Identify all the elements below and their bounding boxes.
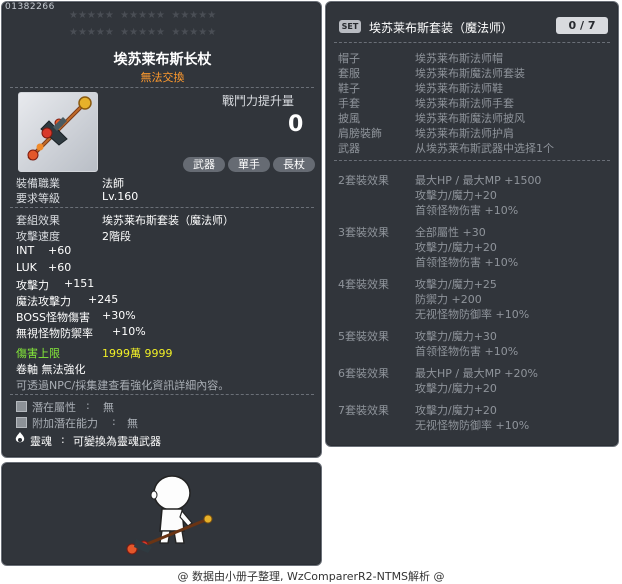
set-effect-line: 攻擊力/魔力+20 (415, 189, 497, 202)
item-name: 埃苏莱布斯长杖 (113, 52, 212, 68)
combat-power-label: 戰鬥力提升量 (222, 94, 295, 108)
set-effect-tier-6-label: 6套裝效果 (338, 367, 389, 380)
set-effect-line: 首领怪物伤害 +10% (415, 204, 519, 217)
set-effect-tier-4-label: 4套裝效果 (338, 278, 389, 291)
set-part-slot: 武器 (338, 142, 360, 155)
stat-ignore-defense-value: +10% (112, 325, 146, 338)
set-effect-tier-5-label: 5套裝效果 (338, 330, 389, 343)
set-badge-icon: SET (339, 20, 361, 33)
stat-ignore-defense-label: 無視怪物防禦率 (16, 327, 93, 340)
stat-boss-damage-label: BOSS怪物傷害 (16, 311, 90, 324)
divider (10, 394, 314, 395)
soul-flame-icon (15, 432, 25, 444)
soul-value: 可變換為靈魂武器 (73, 435, 161, 448)
set-part-slot: 帽子 (338, 52, 360, 65)
potential-box-icon (16, 401, 27, 412)
divider (10, 207, 314, 208)
tag-one-handed: 單手 (228, 157, 270, 172)
set-part-name: 埃苏莱布斯魔法师套装 (415, 67, 525, 80)
set-part-name: 埃苏莱布斯魔法师披风 (415, 112, 525, 125)
level-label: 要求等級 (16, 192, 60, 205)
star-rating-row-1: ★★★★★ ★★★★★ ★★★★★ (69, 10, 217, 21)
set-effect-line: 全部屬性 +30 (415, 226, 486, 239)
combat-power-value: 0 (288, 112, 304, 137)
soul-label: 靈魂 (30, 435, 52, 448)
stat-magic-attack-label: 魔法攻擊力 (16, 295, 71, 308)
set-effect-line: 攻擊力/魔力+20 (415, 241, 497, 254)
set-part-name: 埃苏莱布斯法师帽 (415, 52, 503, 65)
additional-potential-value: 無 (127, 417, 138, 430)
tag-weapon: 武器 (183, 157, 225, 172)
set-count-badge: 0 / 7 (556, 17, 608, 34)
set-effect-line: 攻擊力/魔力+30 (415, 330, 497, 343)
set-part-slot: 披風 (338, 112, 360, 125)
tag-staff: 長杖 (273, 157, 315, 172)
soul-colon: : (61, 433, 65, 446)
set-effect-line: 首领怪物伤害 +10% (415, 256, 519, 269)
potential-box-icon (16, 417, 27, 428)
stat-magic-attack-value: +245 (88, 293, 119, 306)
divider (334, 160, 610, 161)
set-effect-tier-2-label: 2套裝效果 (338, 174, 389, 187)
job-value: 法師 (102, 177, 124, 190)
stat-boss-damage-value: +30% (102, 309, 136, 322)
set-effect-line: 攻擊力/魔力+20 (415, 382, 497, 395)
set-part-name: 埃苏莱布斯法师手套 (415, 97, 514, 110)
character-avatar (126, 475, 213, 555)
set-effect-line: 最大HP / 最大MP +1500 (415, 174, 542, 187)
set-part-name: 埃苏莱布斯法师护肩 (415, 127, 514, 140)
set-effect-tier-3-label: 3套裝效果 (338, 226, 389, 239)
potential-label: 潛在屬性 (32, 401, 76, 414)
set-part-name: 埃苏莱布斯法师鞋 (415, 82, 503, 95)
set-tooltip-panel: SET 埃苏莱布斯套装（魔法师） 0 / 7 帽子 埃苏莱布斯法师帽 套服 埃苏… (325, 1, 619, 447)
attack-speed-value: 2階段 (102, 230, 131, 243)
set-effect-line: 无视怪物防御率 +10% (415, 419, 530, 432)
stat-attack-label: 攻擊力 (16, 279, 49, 292)
additional-potential-label: 附加潛在能力 (32, 417, 98, 430)
avatar-preview-panel (1, 462, 322, 566)
item-id: 01382266 (5, 2, 55, 12)
divider (10, 87, 314, 88)
item-tooltip-panel: 01382266 ★★★★★ ★★★★★ ★★★★★ ★★★★★ ★★★★★ ★… (1, 1, 322, 458)
stat-attack-value: +151 (64, 277, 95, 290)
scroll-status: 卷軸 無法強化 (16, 363, 86, 376)
job-label: 裝備職業 (16, 177, 60, 190)
additional-potential-colon: : (112, 415, 116, 428)
damage-cap-value: 1999萬 9999 (102, 347, 173, 360)
staff-icon (27, 96, 92, 161)
set-part-slot: 鞋子 (338, 82, 360, 95)
set-part-slot: 肩膀裝飾 (338, 127, 382, 140)
set-effect-line: 攻擊力/魔力+25 (415, 278, 497, 291)
enhance-hint: 可透過NPC/採集建查看強化資訊詳細內容。 (16, 379, 230, 392)
set-effect-line: 无视怪物防御率 +10% (415, 308, 530, 321)
stat-int-value: +60 (48, 244, 72, 257)
set-part-slot: 手套 (338, 97, 360, 110)
set-effect-label: 套組效果 (16, 214, 60, 227)
stat-int-label: INT (16, 244, 35, 257)
set-effect-value: 埃苏莱布斯套装（魔法师） (102, 214, 234, 227)
potential-colon: : (86, 399, 90, 412)
stat-luk-value: +60 (48, 261, 72, 274)
damage-cap-label: 傷害上限 (16, 347, 60, 360)
set-title: 埃苏莱布斯套装（魔法师） (369, 21, 514, 35)
item-icon-frame (18, 92, 98, 172)
star-rating-row-2: ★★★★★ ★★★★★ ★★★★★ (69, 27, 217, 38)
set-effect-line: 攻擊力/魔力+20 (415, 404, 497, 417)
trade-status: 無法交換 (140, 71, 185, 84)
stat-luk-label: LUK (16, 261, 37, 274)
attack-speed-label: 攻擊速度 (16, 230, 60, 243)
set-effect-line: 防禦力 +200 (415, 293, 482, 306)
potential-value: 無 (103, 401, 114, 414)
set-effect-tier-7-label: 7套裝效果 (338, 404, 389, 417)
divider (334, 42, 610, 43)
level-value: Lv.160 (102, 190, 139, 203)
set-part-slot: 套服 (338, 67, 360, 80)
set-effect-line: 首领怪物伤害 +10% (415, 345, 519, 358)
set-effect-line: 最大HP / 最大MP +20% (415, 367, 538, 380)
set-part-name: 从埃苏莱布斯武器中选择1个 (415, 142, 554, 155)
